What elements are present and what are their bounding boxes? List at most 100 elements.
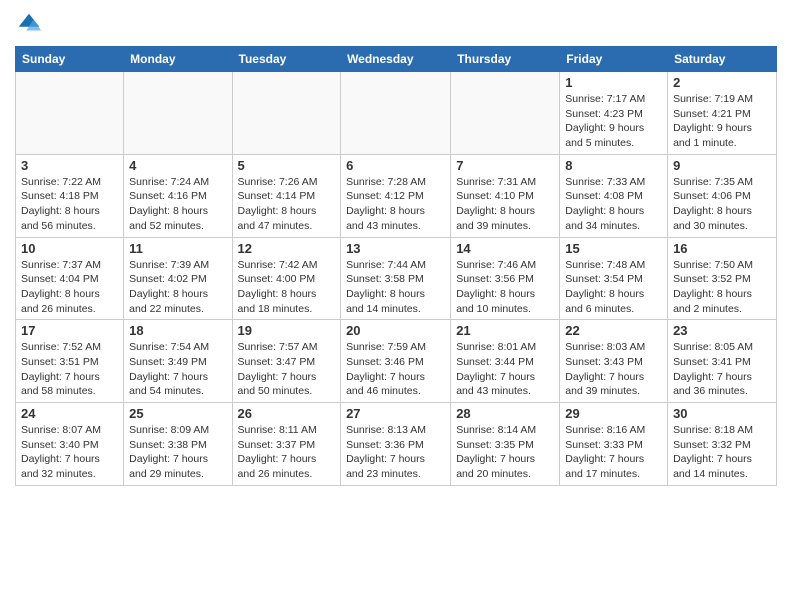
day-number: 4 (129, 158, 226, 173)
day-info: Sunrise: 7:22 AM Sunset: 4:18 PM Dayligh… (21, 175, 118, 234)
day-info: Sunrise: 7:17 AM Sunset: 4:23 PM Dayligh… (565, 92, 662, 151)
header-wednesday: Wednesday (341, 47, 451, 72)
logo-icon (15, 10, 43, 38)
week-row-1: 3 Sunrise: 7:22 AM Sunset: 4:18 PM Daylig… (16, 154, 777, 237)
day-number: 5 (238, 158, 336, 173)
day-number: 24 (21, 406, 118, 421)
day-info: Sunrise: 8:18 AM Sunset: 3:32 PM Dayligh… (673, 423, 771, 482)
table-row: 4 Sunrise: 7:24 AM Sunset: 4:16 PM Daylig… (124, 154, 232, 237)
table-row: 5 Sunrise: 7:26 AM Sunset: 4:14 PM Daylig… (232, 154, 341, 237)
calendar-header-row: Sunday Monday Tuesday Wednesday Thursday… (16, 47, 777, 72)
day-info: Sunrise: 7:28 AM Sunset: 4:12 PM Dayligh… (346, 175, 445, 234)
day-info: Sunrise: 7:19 AM Sunset: 4:21 PM Dayligh… (673, 92, 771, 151)
day-number: 25 (129, 406, 226, 421)
table-row: 19 Sunrise: 7:57 AM Sunset: 3:47 PM Dayli… (232, 320, 341, 403)
day-number: 7 (456, 158, 554, 173)
day-info: Sunrise: 7:59 AM Sunset: 3:46 PM Dayligh… (346, 340, 445, 399)
calendar: Sunday Monday Tuesday Wednesday Thursday… (15, 46, 777, 486)
header-thursday: Thursday (451, 47, 560, 72)
table-row: 27 Sunrise: 8:13 AM Sunset: 3:36 PM Dayli… (341, 403, 451, 486)
day-info: Sunrise: 7:39 AM Sunset: 4:02 PM Dayligh… (129, 258, 226, 317)
day-number: 8 (565, 158, 662, 173)
table-row (16, 72, 124, 155)
week-row-2: 10 Sunrise: 7:37 AM Sunset: 4:04 PM Dayli… (16, 237, 777, 320)
table-row: 13Sunrise: 7:44 AM Sunset: 3:58 PM Dayli… (341, 237, 451, 320)
day-info: Sunrise: 7:46 AM Sunset: 3:56 PM Dayligh… (456, 258, 554, 317)
table-row: 20Sunrise: 7:59 AM Sunset: 3:46 PM Dayli… (341, 320, 451, 403)
day-info: Sunrise: 8:09 AM Sunset: 3:38 PM Dayligh… (129, 423, 226, 482)
table-row: 2 Sunrise: 7:19 AM Sunset: 4:21 PM Daylig… (668, 72, 777, 155)
day-number: 2 (673, 75, 771, 90)
table-row: 26 Sunrise: 8:11 AM Sunset: 3:37 PM Dayli… (232, 403, 341, 486)
table-row: 10 Sunrise: 7:37 AM Sunset: 4:04 PM Dayli… (16, 237, 124, 320)
day-number: 16 (673, 241, 771, 256)
day-info: Sunrise: 8:05 AM Sunset: 3:41 PM Dayligh… (673, 340, 771, 399)
day-info: Sunrise: 7:31 AM Sunset: 4:10 PM Dayligh… (456, 175, 554, 234)
table-row: 1 Sunrise: 7:17 AM Sunset: 4:23 PM Daylig… (560, 72, 668, 155)
day-info: Sunrise: 8:11 AM Sunset: 3:37 PM Dayligh… (238, 423, 336, 482)
logo (15, 10, 47, 38)
table-row (232, 72, 341, 155)
day-number: 18 (129, 323, 226, 338)
table-row: 7 Sunrise: 7:31 AM Sunset: 4:10 PM Daylig… (451, 154, 560, 237)
table-row: 28 Sunrise: 8:14 AM Sunset: 3:35 PM Dayli… (451, 403, 560, 486)
day-info: Sunrise: 7:24 AM Sunset: 4:16 PM Dayligh… (129, 175, 226, 234)
table-row: 9Sunrise: 7:35 AM Sunset: 4:06 PM Daylig… (668, 154, 777, 237)
day-info: Sunrise: 7:52 AM Sunset: 3:51 PM Dayligh… (21, 340, 118, 399)
day-info: Sunrise: 7:37 AM Sunset: 4:04 PM Dayligh… (21, 258, 118, 317)
day-info: Sunrise: 7:57 AM Sunset: 3:47 PM Dayligh… (238, 340, 336, 399)
table-row: 25 Sunrise: 8:09 AM Sunset: 3:38 PM Dayli… (124, 403, 232, 486)
day-number: 28 (456, 406, 554, 421)
day-number: 19 (238, 323, 336, 338)
day-number: 27 (346, 406, 445, 421)
day-info: Sunrise: 7:44 AM Sunset: 3:58 PM Dayligh… (346, 258, 445, 317)
table-row: 11Sunrise: 7:39 AM Sunset: 4:02 PM Dayli… (124, 237, 232, 320)
header (15, 10, 777, 38)
day-number: 23 (673, 323, 771, 338)
day-number: 12 (238, 241, 336, 256)
day-number: 3 (21, 158, 118, 173)
table-row: 17 Sunrise: 7:52 AM Sunset: 3:51 PM Dayli… (16, 320, 124, 403)
table-row (451, 72, 560, 155)
table-row: 18 Sunrise: 7:54 AM Sunset: 3:49 PM Dayli… (124, 320, 232, 403)
table-row: 21Sunrise: 8:01 AM Sunset: 3:44 PM Dayli… (451, 320, 560, 403)
day-info: Sunrise: 7:50 AM Sunset: 3:52 PM Dayligh… (673, 258, 771, 317)
day-info: Sunrise: 7:42 AM Sunset: 4:00 PM Dayligh… (238, 258, 336, 317)
day-info: Sunrise: 8:16 AM Sunset: 3:33 PM Dayligh… (565, 423, 662, 482)
day-info: Sunrise: 7:48 AM Sunset: 3:54 PM Dayligh… (565, 258, 662, 317)
day-number: 22 (565, 323, 662, 338)
table-row: 29 Sunrise: 8:16 AM Sunset: 3:33 PM Dayli… (560, 403, 668, 486)
day-info: Sunrise: 7:54 AM Sunset: 3:49 PM Dayligh… (129, 340, 226, 399)
day-number: 21 (456, 323, 554, 338)
day-number: 14 (456, 241, 554, 256)
table-row: 16 Sunrise: 7:50 AM Sunset: 3:52 PM Dayli… (668, 237, 777, 320)
day-number: 17 (21, 323, 118, 338)
header-friday: Friday (560, 47, 668, 72)
header-sunday: Sunday (16, 47, 124, 72)
table-row (341, 72, 451, 155)
day-number: 29 (565, 406, 662, 421)
table-row: 3 Sunrise: 7:22 AM Sunset: 4:18 PM Daylig… (16, 154, 124, 237)
week-row-4: 24 Sunrise: 8:07 AM Sunset: 3:40 PM Dayli… (16, 403, 777, 486)
day-number: 26 (238, 406, 336, 421)
table-row: 24 Sunrise: 8:07 AM Sunset: 3:40 PM Dayli… (16, 403, 124, 486)
table-row: 23 Sunrise: 8:05 AM Sunset: 3:41 PM Dayli… (668, 320, 777, 403)
table-row: 8Sunrise: 7:33 AM Sunset: 4:08 PM Daylig… (560, 154, 668, 237)
day-info: Sunrise: 8:13 AM Sunset: 3:36 PM Dayligh… (346, 423, 445, 482)
table-row: 15Sunrise: 7:48 AM Sunset: 3:54 PM Dayli… (560, 237, 668, 320)
day-number: 1 (565, 75, 662, 90)
page: Sunday Monday Tuesday Wednesday Thursday… (0, 0, 792, 612)
day-number: 30 (673, 406, 771, 421)
day-info: Sunrise: 7:35 AM Sunset: 4:06 PM Dayligh… (673, 175, 771, 234)
header-saturday: Saturday (668, 47, 777, 72)
day-number: 10 (21, 241, 118, 256)
day-info: Sunrise: 8:14 AM Sunset: 3:35 PM Dayligh… (456, 423, 554, 482)
day-info: Sunrise: 7:26 AM Sunset: 4:14 PM Dayligh… (238, 175, 336, 234)
day-info: Sunrise: 8:03 AM Sunset: 3:43 PM Dayligh… (565, 340, 662, 399)
week-row-3: 17 Sunrise: 7:52 AM Sunset: 3:51 PM Dayli… (16, 320, 777, 403)
table-row: 6Sunrise: 7:28 AM Sunset: 4:12 PM Daylig… (341, 154, 451, 237)
table-row: 30 Sunrise: 8:18 AM Sunset: 3:32 PM Dayli… (668, 403, 777, 486)
day-info: Sunrise: 8:07 AM Sunset: 3:40 PM Dayligh… (21, 423, 118, 482)
header-monday: Monday (124, 47, 232, 72)
week-row-0: 1 Sunrise: 7:17 AM Sunset: 4:23 PM Daylig… (16, 72, 777, 155)
